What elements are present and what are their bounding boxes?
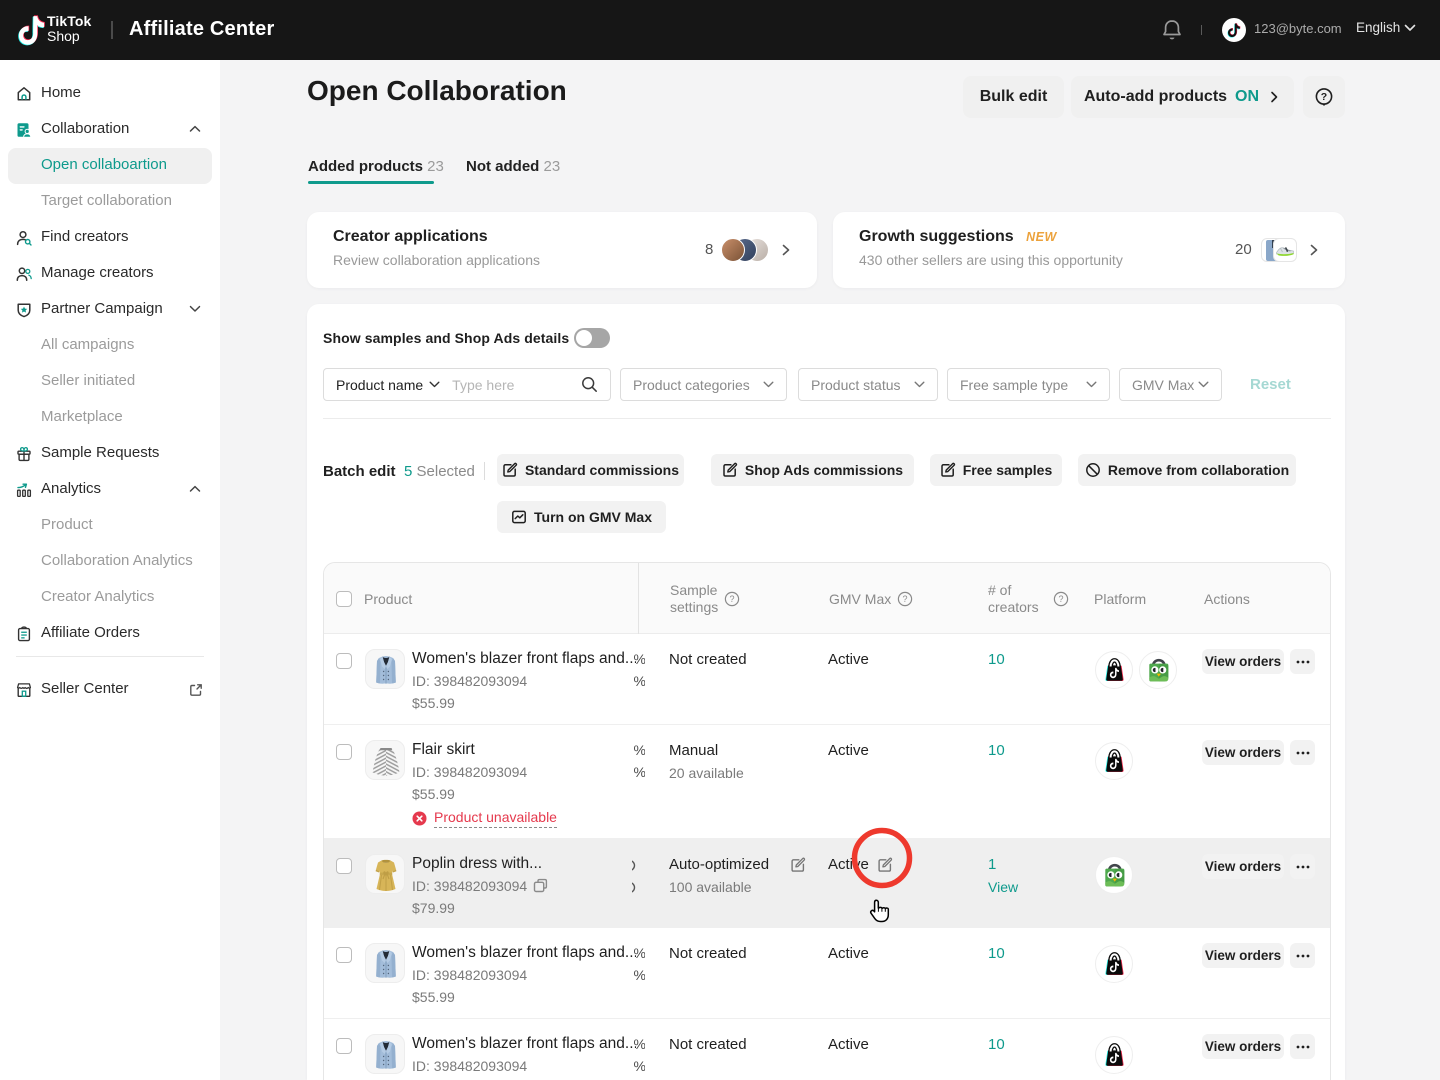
svg-text:?: ? (1321, 91, 1327, 103)
svg-text:?: ? (902, 594, 907, 604)
svg-text:?: ? (1058, 594, 1063, 604)
svg-text:?: ? (729, 594, 734, 604)
